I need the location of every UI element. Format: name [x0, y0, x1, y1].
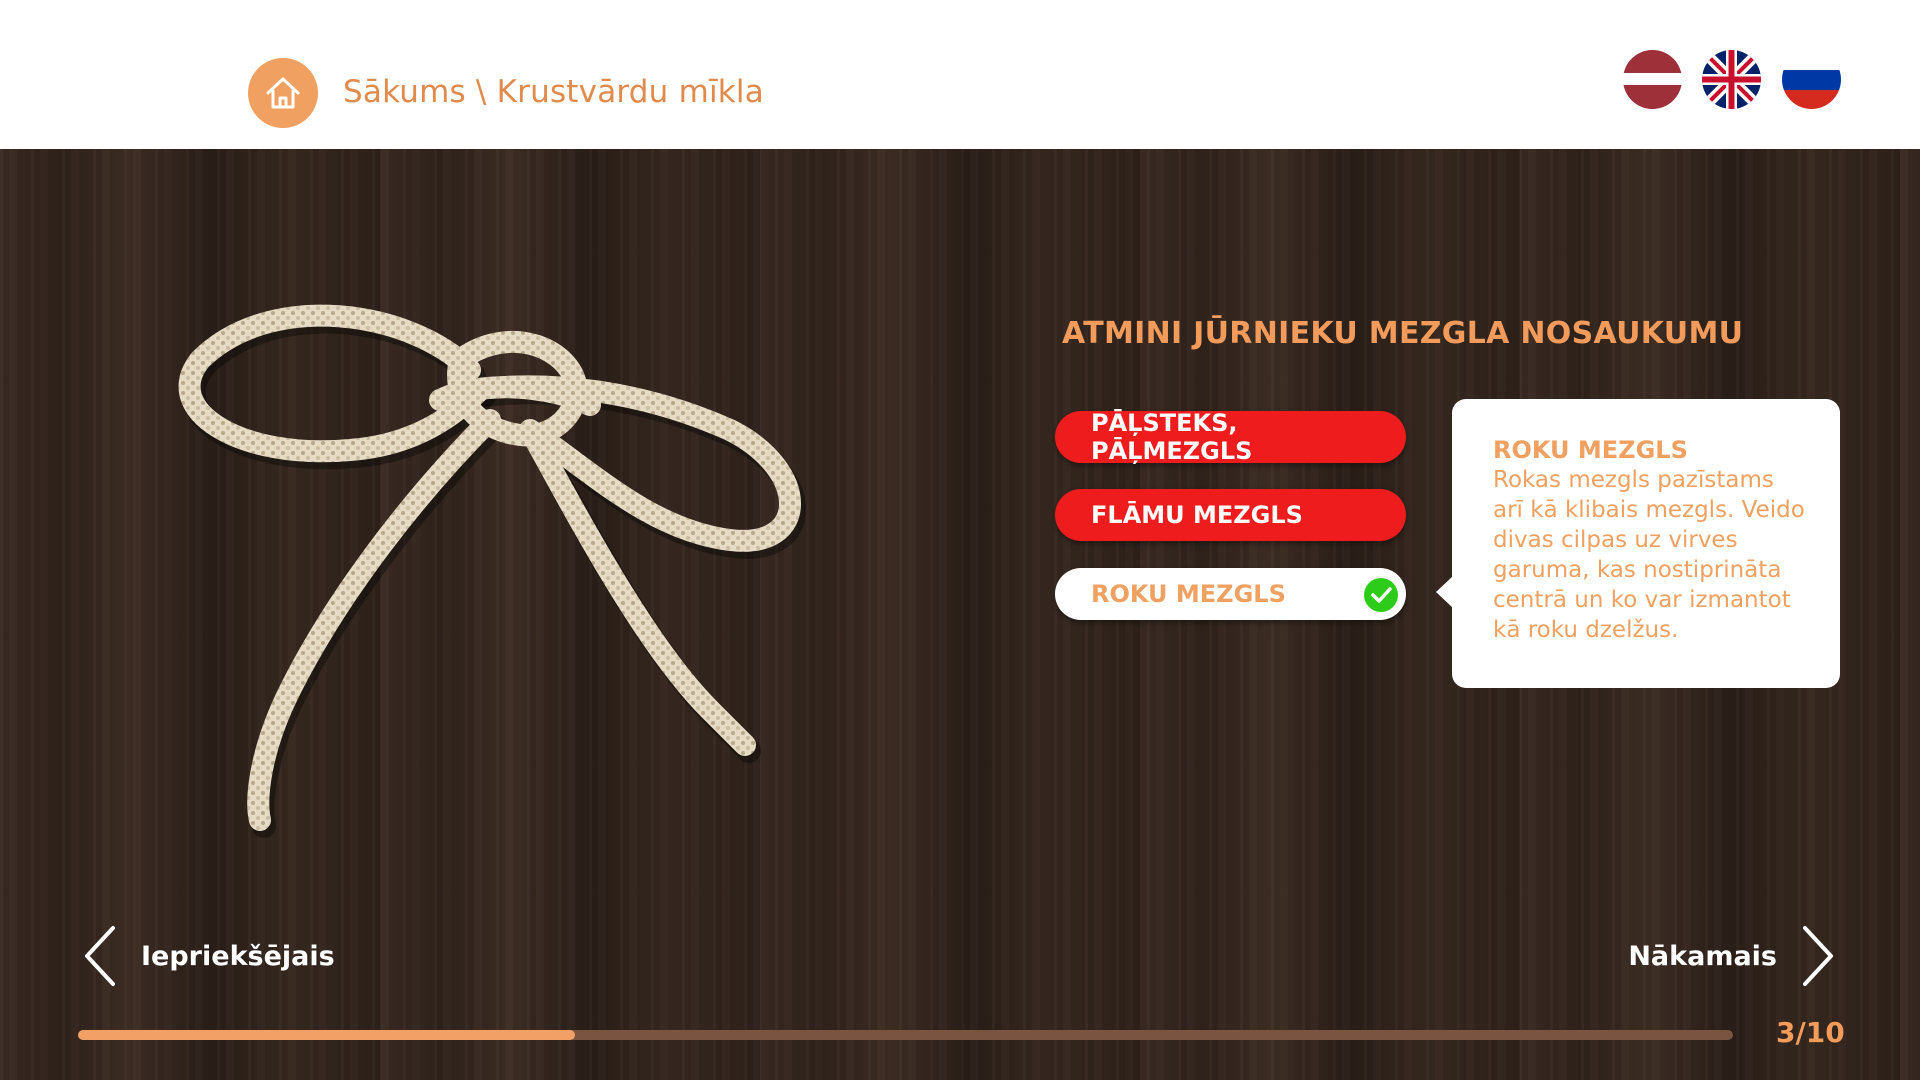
flag-uk-icon [1702, 50, 1761, 109]
flag-latvia-icon [1623, 50, 1682, 109]
home-button[interactable] [248, 58, 318, 128]
next-label: Nākamais [1628, 940, 1777, 972]
answer-option-2[interactable]: FLĀMU MEZGLS [1055, 489, 1406, 541]
previous-button[interactable]: Iepriekšējais [83, 925, 335, 987]
progress-fill [78, 1030, 575, 1040]
chevron-right-icon [1803, 926, 1833, 986]
previous-label: Iepriekšējais [141, 940, 335, 972]
breadcrumb: Sākums \ Krustvārdu mīkla [343, 74, 764, 110]
answer-option-3[interactable]: ROKU MEZGLS [1055, 568, 1406, 620]
header: Sākums \ Krustvārdu mīkla [0, 0, 1920, 149]
language-ru-button[interactable] [1782, 50, 1841, 109]
checkmark-icon [1364, 578, 1398, 612]
answer-label: FLĀMU MEZGLS [1091, 501, 1303, 529]
language-en-button[interactable] [1702, 50, 1761, 109]
house-icon [266, 77, 300, 109]
answer-option-1[interactable]: PĀĻSTEKS, PĀĻMEZGLS [1055, 409, 1406, 465]
info-title: ROKU MEZGLS [1493, 436, 1688, 464]
answer-label: PĀĻSTEKS, PĀĻMEZGLS [1091, 409, 1253, 465]
flag-russia-icon [1782, 50, 1841, 109]
answer-label: ROKU MEZGLS [1091, 580, 1286, 608]
progress-counter: 3/10 [1776, 1016, 1845, 1049]
chevron-left-icon [85, 926, 115, 986]
language-lv-button[interactable] [1623, 50, 1682, 109]
answer-info-card: ROKU MEZGLS Rokas mezgls pazīstams arī k… [1436, 399, 1840, 688]
question-title: ATMINI JŪRNIEKU MEZGLA NOSAUKUMU [1062, 316, 1744, 351]
info-description: Rokas mezgls pazīstams arī kā klibais me… [1493, 467, 1805, 643]
next-button[interactable]: Nākamais [1628, 925, 1835, 987]
progress-bar [78, 1030, 1733, 1040]
rope-knot-image [178, 304, 806, 838]
